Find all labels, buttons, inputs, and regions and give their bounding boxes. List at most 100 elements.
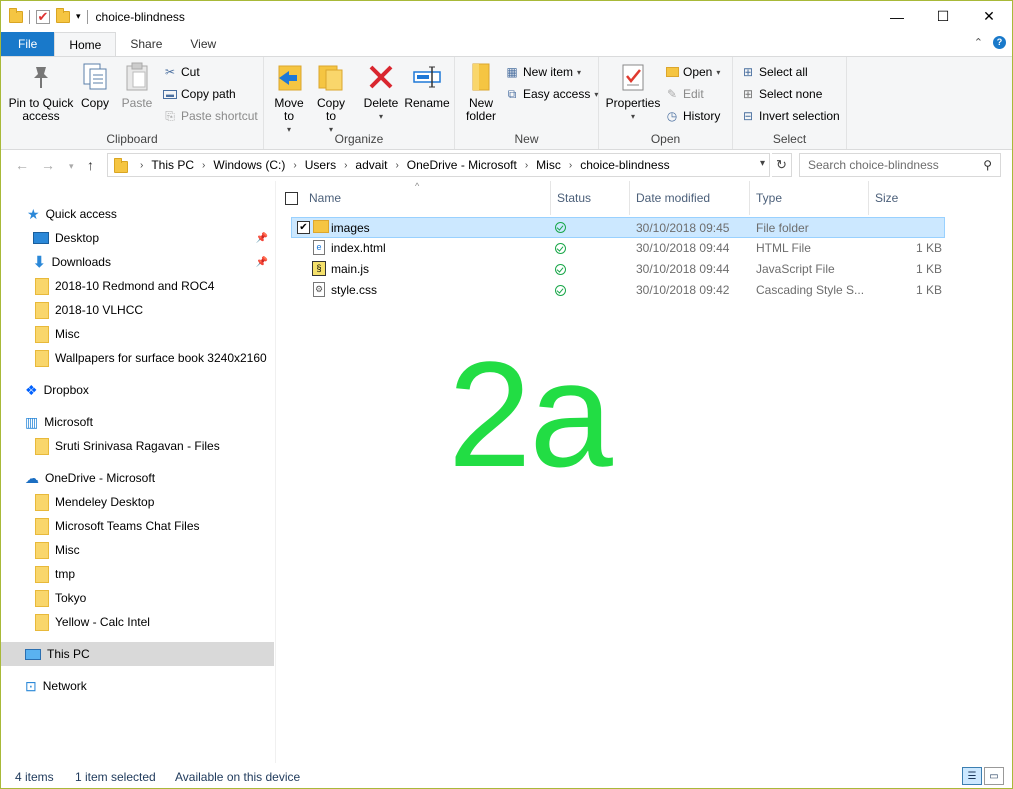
address-bar[interactable]: › This PC › Windows (C:) › Users › advait › OneDr… [107, 153, 770, 177]
clipboard-group: Pin to Quick access Copy Paste ✂ Cut ▬ C… [1, 57, 264, 149]
invert-selection-button[interactable]: ⊟ Invert selection [741, 107, 840, 125]
copy-button[interactable]: Copy [77, 61, 113, 110]
breadcrumb-separator-icon[interactable]: › [202, 160, 205, 171]
file-row[interactable]: ⚙ style.css 30/10/2018 09:42 Cascading S… [291, 280, 945, 301]
nav-folder[interactable]: Misc [1, 322, 274, 346]
nav-folder[interactable]: Sruti Srinivasa Ragavan - Files [1, 434, 274, 458]
file-row[interactable]: ✔ images 30/10/2018 09:45 File folder [291, 217, 945, 238]
open-button[interactable]: Open ▾ [665, 63, 720, 81]
properties-icon[interactable]: ✔ [36, 9, 50, 24]
column-label: Size [875, 191, 899, 205]
recent-locations-icon[interactable]: ▾ [69, 161, 74, 172]
delete-button[interactable]: Delete ▾ [362, 61, 400, 123]
column-size[interactable]: Size [869, 181, 947, 215]
close-icon[interactable]: ✕ [966, 1, 1012, 32]
help-icon[interactable]: ? [993, 36, 1006, 49]
copy-path-button[interactable]: ▬ Copy path [163, 85, 236, 103]
minimize-icon[interactable]: — [874, 1, 920, 32]
select-none-button[interactable]: ⊞ Select none [741, 85, 822, 103]
properties-button[interactable]: Properties ▾ [606, 61, 660, 123]
new-folder-button[interactable]: New folder [461, 61, 501, 123]
new-item-button[interactable]: ▦ New item ▾ [505, 63, 581, 81]
breadcrumb-separator-icon[interactable]: › [395, 160, 398, 171]
tab-file[interactable]: File [1, 32, 55, 56]
nav-folder[interactable]: Tokyo [1, 586, 274, 610]
move-to-button[interactable]: Move to ▾ [272, 61, 306, 136]
nav-network[interactable]: ⊡ Network [1, 674, 274, 698]
forward-arrow-icon[interactable]: → [41, 157, 55, 173]
breadcrumb-separator-icon[interactable]: › [140, 160, 143, 171]
nav-dropbox[interactable]: ❖ Dropbox [1, 378, 274, 402]
column-name[interactable]: Name ^ [285, 181, 551, 215]
file-row[interactable]: § main.js 30/10/2018 09:44 JavaScript Fi… [291, 259, 945, 280]
breadcrumb-item[interactable]: advait [355, 158, 387, 172]
new-item-label: New item [523, 65, 574, 79]
tab-view[interactable]: View [176, 32, 230, 56]
rename-button[interactable]: Rename [404, 61, 450, 110]
breadcrumb-separator-icon[interactable]: › [344, 160, 347, 171]
refresh-icon[interactable]: ↻ [772, 153, 792, 177]
history-button[interactable]: ◷ History [665, 107, 721, 125]
file-type: HTML File [756, 241, 811, 255]
nav-microsoft[interactable]: ▥ Microsoft [1, 410, 274, 434]
view-toggle: ☰ ▭ [962, 767, 1004, 785]
divider [29, 9, 30, 24]
breadcrumb-separator-icon[interactable]: › [569, 160, 572, 171]
breadcrumb-item[interactable]: OneDrive - Microsoft [407, 158, 517, 172]
nav-folder[interactable]: 2018-10 Redmond and ROC4 [1, 274, 274, 298]
nav-downloads[interactable]: ⬇ Downloads 📌 [1, 250, 274, 274]
pin-icon[interactable]: 📌 [256, 233, 268, 244]
breadcrumb-item[interactable]: This PC [151, 158, 194, 172]
customize-toolbar-icon[interactable]: ▾ [76, 11, 81, 22]
file-row[interactable]: e index.html 30/10/2018 09:44 HTML File … [291, 238, 945, 259]
column-date-modified[interactable]: Date modified [630, 181, 750, 215]
paste-shortcut-icon: ⎘ [165, 108, 175, 123]
edit-button[interactable]: ✎ Edit [665, 85, 704, 103]
tab-home[interactable]: Home [54, 32, 117, 56]
file-size: 1 KB [915, 241, 942, 255]
maximize-icon[interactable]: ☐ [920, 1, 966, 32]
up-arrow-icon[interactable]: ↑ [87, 157, 94, 173]
nav-folder[interactable]: Wallpapers for surface book 3240x2160 [1, 346, 274, 370]
nav-desktop[interactable]: Desktop 📌 [1, 226, 274, 250]
easy-access-button[interactable]: ⧉ Easy access ▾ [505, 85, 599, 103]
new-folder-icon[interactable] [56, 7, 70, 23]
breadcrumb-separator-icon[interactable]: › [525, 160, 528, 171]
nav-folder[interactable]: Microsoft Teams Chat Files [1, 514, 274, 538]
chevron-down-icon[interactable]: ▾ [760, 158, 765, 169]
nav-quick-access[interactable]: ★ Quick access [1, 202, 274, 226]
paste-button[interactable]: Paste [119, 61, 155, 110]
nav-folder[interactable]: tmp [1, 562, 274, 586]
select-all-checkbox[interactable] [285, 191, 298, 205]
pin-to-quick-access-button[interactable]: Pin to Quick access [7, 61, 75, 123]
copy-to-button[interactable]: Copy to ▾ [314, 61, 348, 136]
nav-folder[interactable]: Mendeley Desktop [1, 490, 274, 514]
breadcrumb-item[interactable]: choice-blindness [580, 158, 669, 172]
paste-shortcut-button[interactable]: ⎘ Paste shortcut [163, 107, 258, 125]
column-type[interactable]: Type [750, 181, 869, 215]
select-all-button[interactable]: ⊞ Select all [741, 63, 808, 81]
back-arrow-icon[interactable]: ← [15, 157, 29, 173]
large-icons-view-icon[interactable]: ▭ [984, 767, 1004, 785]
nav-folder[interactable]: 2018-10 VLHCC [1, 298, 274, 322]
column-status[interactable]: Status [551, 181, 630, 215]
breadcrumb-item[interactable]: Misc [536, 158, 561, 172]
nav-this-pc[interactable]: This PC [1, 642, 274, 666]
collapse-ribbon-icon[interactable]: ⌃ [974, 36, 983, 49]
pin-icon[interactable]: 📌 [256, 257, 268, 268]
row-checkbox[interactable]: ✔ [297, 221, 310, 234]
breadcrumb-item[interactable]: Windows (C:) [213, 158, 285, 172]
nav-folder[interactable]: Misc [1, 538, 274, 562]
nav-label: Quick access [45, 207, 117, 221]
breadcrumb-item[interactable]: Users [305, 158, 336, 172]
breadcrumb-separator-icon[interactable]: › [293, 160, 296, 171]
search-box[interactable]: Search choice-blindness ⚲ [799, 153, 1001, 177]
nav-onedrive[interactable]: ☁ OneDrive - Microsoft [1, 466, 274, 490]
tab-share[interactable]: Share [116, 32, 176, 56]
nav-folder[interactable]: Yellow - Calc Intel [1, 610, 274, 634]
details-view-icon[interactable]: ☰ [962, 767, 982, 785]
title-bar: ✔ ▾ choice-blindness — ☐ ✕ [1, 1, 1012, 32]
ribbon: Pin to Quick access Copy Paste ✂ Cut ▬ C… [1, 56, 1012, 150]
synced-status-icon [555, 222, 566, 236]
cut-button[interactable]: ✂ Cut [163, 63, 200, 81]
